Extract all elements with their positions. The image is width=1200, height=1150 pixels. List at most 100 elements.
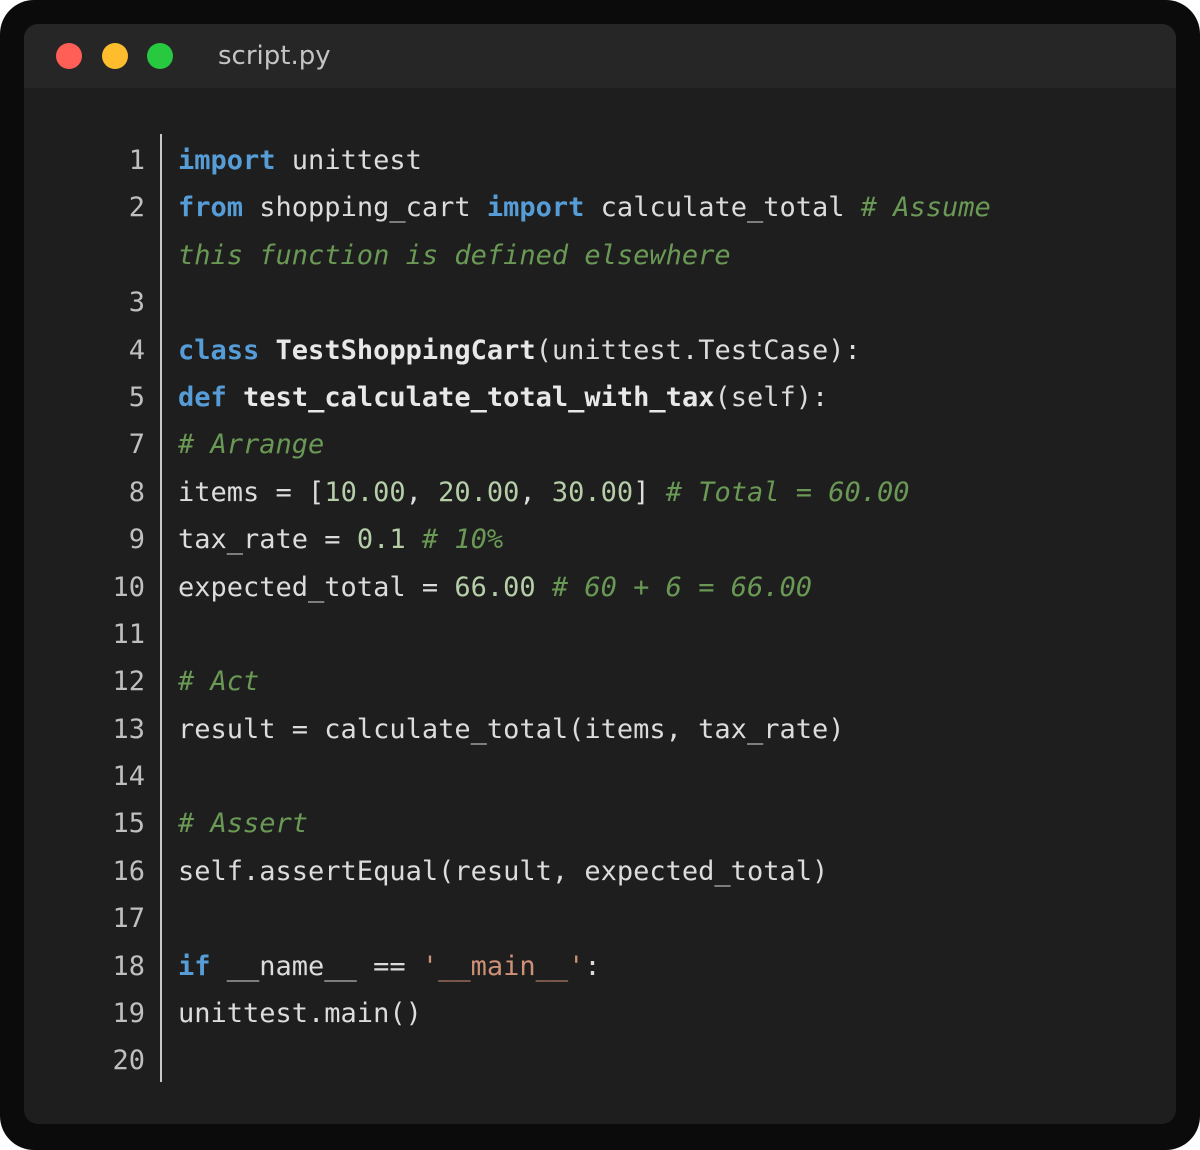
minimize-window-button[interactable] [102, 43, 128, 69]
code-token: # Act [178, 666, 260, 698]
code-line: 5 def test_calculate_total_with_tax(self)… [24, 374, 1176, 421]
code-token: # Arrange [178, 429, 325, 461]
line-number: 19 [112, 998, 145, 1030]
code-line: 7 # Arrange [24, 421, 1176, 468]
code-token: ] [633, 476, 666, 508]
line-number: 15 [112, 808, 145, 840]
code-window: script.py 1 import unittest 2 from shopping… [24, 24, 1176, 1124]
line-number: 1 [128, 145, 145, 176]
line-number: 12 [112, 666, 145, 698]
line-text: import unittest [178, 137, 422, 184]
code-token: unittest.main() [178, 998, 422, 1030]
code-token: expected_total = [178, 571, 455, 603]
code-line: 3 [24, 279, 1176, 326]
code-token: from [178, 192, 244, 224]
code-area[interactable]: 1 import unittest 2 from shopping_cart impo… [24, 137, 1176, 1085]
code-token: class [178, 334, 260, 366]
code-line: 18 if __name__ == '__main__': [24, 943, 1176, 990]
line-text: # Assert [178, 800, 308, 847]
code-line: 14 [24, 753, 1176, 800]
code-token: (unittest.TestCase): [535, 334, 861, 366]
code-token: calculate_total [584, 192, 861, 224]
line-text: self.assertEqual(result, expected_total) [178, 848, 828, 895]
code-token: (self): [714, 381, 829, 413]
code-line: 15 # Assert [24, 800, 1176, 847]
code-token: self.assertEqual(result, expected_total) [178, 855, 829, 887]
line-number: 5 [128, 381, 145, 413]
code-token: , [519, 476, 552, 508]
code-token: 10.00 [324, 476, 406, 508]
code-token: items = [ [178, 476, 325, 508]
code-token: import [486, 192, 585, 224]
code-token: def [178, 381, 227, 413]
code-token: # Assert [178, 808, 309, 840]
code-line: 13 result = calculate_total(items, tax_ra… [24, 706, 1176, 753]
code-token: unittest [275, 145, 422, 176]
code-token: 20.00 [438, 476, 520, 508]
line-number: 18 [112, 950, 145, 982]
code-token: result = calculate_total(items, tax_rate… [178, 713, 845, 745]
line-text: this function is defined elsewhere [178, 232, 731, 279]
screenshot-frame: script.py 1 import unittest 2 from shopping… [0, 0, 1200, 1150]
code-token: # Assume [860, 192, 991, 224]
code-token: 0.1 [356, 524, 406, 556]
code-token: import [178, 145, 276, 176]
code-token: 66.00 [454, 571, 536, 603]
line-number: 7 [128, 429, 145, 461]
code-line: 12 # Act [24, 658, 1176, 705]
code-line: 8 items = [10.00, 20.00, 30.00] # Total =… [24, 469, 1176, 516]
code-token: , [405, 476, 439, 508]
code-token: : [584, 950, 601, 982]
maximize-window-button[interactable] [147, 43, 173, 69]
code-token: this function is defined elsewhere [178, 239, 731, 271]
code-token: 30.00 [551, 476, 634, 508]
line-text: result = calculate_total(items, tax_rate… [178, 706, 844, 753]
line-number: 16 [112, 855, 145, 887]
code-line: 4 class TestShoppingCart(unittest.TestCas… [24, 327, 1176, 374]
code-token: # 10% [421, 524, 504, 556]
title-bar: script.py [24, 24, 1176, 88]
code-line: 1 import unittest [24, 137, 1176, 184]
code-line: 19 unittest.main() [24, 990, 1176, 1037]
code-line: 16 self.assertEqual(result, expected_tota… [24, 848, 1176, 895]
line-number: 14 [112, 761, 145, 793]
line-text: def test_calculate_total_with_tax(self): [178, 374, 828, 421]
line-number: 4 [128, 334, 145, 366]
line-text: # Arrange [178, 421, 324, 468]
line-text: # Act [178, 658, 259, 705]
line-text: tax_rate = 0.1 # 10% [178, 516, 503, 563]
code-token: test_calculate_total_with_tax [243, 381, 715, 413]
code-token: '__main__' [421, 950, 585, 982]
line-number: 17 [112, 903, 145, 935]
code-token: # Total = 60.00 [665, 476, 910, 508]
line-number: 3 [128, 287, 145, 319]
code-line: 10 expected_total = 66.00 # 60 + 6 = 66.0… [24, 564, 1176, 611]
line-text: from shopping_cart import calculate_tota… [178, 184, 991, 231]
line-number: 13 [112, 713, 145, 745]
code-line: this function is defined elsewhere [24, 232, 1176, 279]
code-line: 9 tax_rate = 0.1 # 10% [24, 516, 1176, 563]
line-number: 20 [112, 1045, 145, 1077]
line-text: items = [10.00, 20.00, 30.00] # Total = … [178, 469, 910, 516]
code-token: __name__ == [210, 950, 422, 982]
code-line: 17 [24, 895, 1176, 942]
line-number: 10 [112, 571, 145, 603]
code-token: TestShoppingCart [275, 334, 536, 366]
code-token: shopping_cart [243, 192, 487, 224]
close-window-button[interactable] [56, 43, 82, 69]
code-line: 2 from shopping_cart import calculate_tot… [24, 184, 1176, 231]
file-name: script.py [218, 41, 331, 71]
line-number: 2 [128, 192, 145, 224]
code-token: if [178, 950, 211, 982]
line-text: expected_total = 66.00 # 60 + 6 = 66.00 [178, 564, 812, 611]
code-token: tax_rate = [178, 524, 357, 556]
line-number: 11 [112, 618, 145, 650]
code-token: # 60 + 6 = 66.00 [551, 571, 812, 603]
code-line: 11 [24, 611, 1176, 658]
line-number: 8 [128, 476, 145, 508]
line-text: if __name__ == '__main__': [178, 943, 601, 990]
